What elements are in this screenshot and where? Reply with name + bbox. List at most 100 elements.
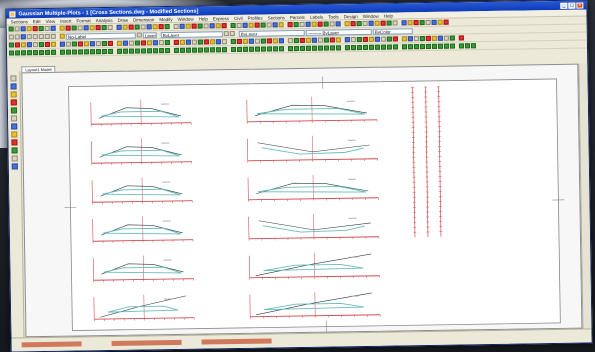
draw-tool-icon[interactable] [8,42,14,48]
menu-item-express[interactable]: Express [213,16,229,21]
standard-tool-icon[interactable] [287,22,293,28]
standard-tool-icon[interactable] [20,26,26,32]
draw-tool-icon[interactable] [449,35,455,41]
draw-tool-icon[interactable] [173,39,179,45]
modify-tool-icon[interactable] [407,44,414,50]
draw-tool-icon[interactable] [344,37,350,43]
modify-tool-icon[interactable] [203,47,210,53]
draw-tool-icon[interactable] [248,38,254,44]
modify-tool-icon[interactable] [59,49,66,55]
modify-tool-icon[interactable] [107,48,114,54]
redo-icon[interactable] [14,34,20,40]
draw-tool-icon[interactable] [443,35,449,41]
color-dropdown[interactable]: ByLayer [160,30,223,38]
modify-tool-icon[interactable] [209,47,216,53]
standard-tool-icon[interactable] [362,20,368,26]
palette-tool-icon[interactable] [11,115,18,122]
standard-tool-icon[interactable] [236,22,242,28]
draw-tool-icon[interactable] [278,38,284,44]
modify-tool-icon[interactable] [116,48,123,54]
standard-tool-icon[interactable] [305,21,311,27]
modify-tool-icon[interactable] [158,48,165,54]
modify-tool-icon[interactable] [266,46,273,52]
draw-tool-icon[interactable] [272,38,278,44]
standard-tool-icon[interactable] [209,23,215,29]
draw-tool-icon[interactable] [329,37,335,43]
standard-tool-icon[interactable] [116,24,122,30]
standard-tool-icon[interactable] [179,23,185,29]
menu-item-analysis[interactable]: Analysis [96,17,113,22]
modify-tool-icon[interactable] [95,49,102,55]
draw-tool-icon[interactable] [407,36,413,42]
draw-tool-icon[interactable] [185,39,191,45]
palette-tool-icon[interactable] [11,163,18,170]
draw-tool-icon[interactable] [71,41,77,47]
draw-tool-icon[interactable] [134,40,140,46]
modify-tool-icon[interactable] [374,44,381,50]
modify-tool-icon[interactable] [26,50,33,56]
modify-tool-icon[interactable] [437,43,444,49]
modify-tool-icon[interactable] [8,50,15,56]
standard-tool-icon[interactable] [128,24,134,30]
close-button[interactable]: × [576,2,584,9]
draw-tool-icon[interactable] [266,38,272,44]
modify-tool-icon[interactable] [65,49,72,55]
draw-tool-icon[interactable] [77,41,83,47]
standard-tool-icon[interactable] [146,24,152,30]
modify-tool-icon[interactable] [305,45,312,51]
standard-tool-icon[interactable] [260,22,266,28]
draw-tool-icon[interactable] [386,36,392,42]
standard-tool-icon[interactable] [266,22,272,28]
menu-item-edit[interactable]: Edit [33,19,41,24]
modify-tool-icon[interactable] [101,49,108,55]
draw-tool-icon[interactable] [413,36,419,42]
standard-tool-icon[interactable] [242,22,248,28]
modify-tool-icon[interactable] [242,46,249,52]
draw-tool-icon[interactable] [362,36,368,42]
draw-tool-icon[interactable] [260,38,266,44]
standard-tool-icon[interactable] [278,22,284,28]
draw-tool-icon[interactable] [179,39,185,45]
draw-tool-icon[interactable] [368,36,374,42]
draw-tool-icon[interactable] [317,37,323,43]
standard-tool-icon[interactable] [311,21,317,27]
layer-manager-icon[interactable] [59,33,65,39]
modify-tool-icon[interactable] [425,43,432,49]
modify-tool-icon[interactable] [254,46,261,52]
draw-tool-icon[interactable] [20,42,26,48]
draw-tool-icon[interactable] [350,37,356,43]
draw-tool-icon[interactable] [59,41,65,47]
modify-tool-icon[interactable] [38,49,45,56]
modify-tool-icon[interactable] [293,45,300,52]
palette-tool-icon[interactable] [10,99,17,106]
draw-tool-icon[interactable] [380,36,386,42]
modify-tool-icon[interactable] [221,47,228,53]
lineweight-dropdown[interactable]: ——— ByLayer [305,28,372,36]
make-layer-current-icon[interactable] [136,32,142,38]
draw-tool-icon[interactable] [392,36,398,42]
draw-tool-icon[interactable] [191,39,197,45]
menu-item-draw[interactable]: Draw [118,17,129,22]
status-model-tab[interactable] [201,338,272,345]
modify-tool-icon[interactable] [230,46,237,53]
standard-tool-icon[interactable] [413,20,419,26]
standard-tool-icon[interactable] [71,25,77,31]
modify-tool-icon[interactable] [431,43,438,49]
draw-tool-icon[interactable] [419,36,425,42]
modify-tool-icon[interactable] [248,46,255,52]
standard-tool-icon[interactable] [329,21,335,27]
modify-tool-icon[interactable] [50,49,57,55]
draw-tool-icon[interactable] [128,40,134,46]
modify-tool-icon[interactable] [179,47,186,53]
plotstyle-dropdown[interactable]: ByColor [372,27,413,35]
modify-tool-icon[interactable] [14,50,21,56]
draw-tool-icon[interactable] [221,39,227,45]
draw-tool-icon[interactable] [335,37,341,43]
palette-tool-icon[interactable] [11,147,18,154]
draw-tool-icon[interactable] [65,41,71,47]
standard-tool-icon[interactable] [215,23,221,29]
modify-tool-icon[interactable] [323,45,330,51]
draw-tool-icon[interactable] [116,40,122,46]
palette-tool-icon[interactable] [10,91,17,98]
draw-tool-icon[interactable] [164,40,170,46]
